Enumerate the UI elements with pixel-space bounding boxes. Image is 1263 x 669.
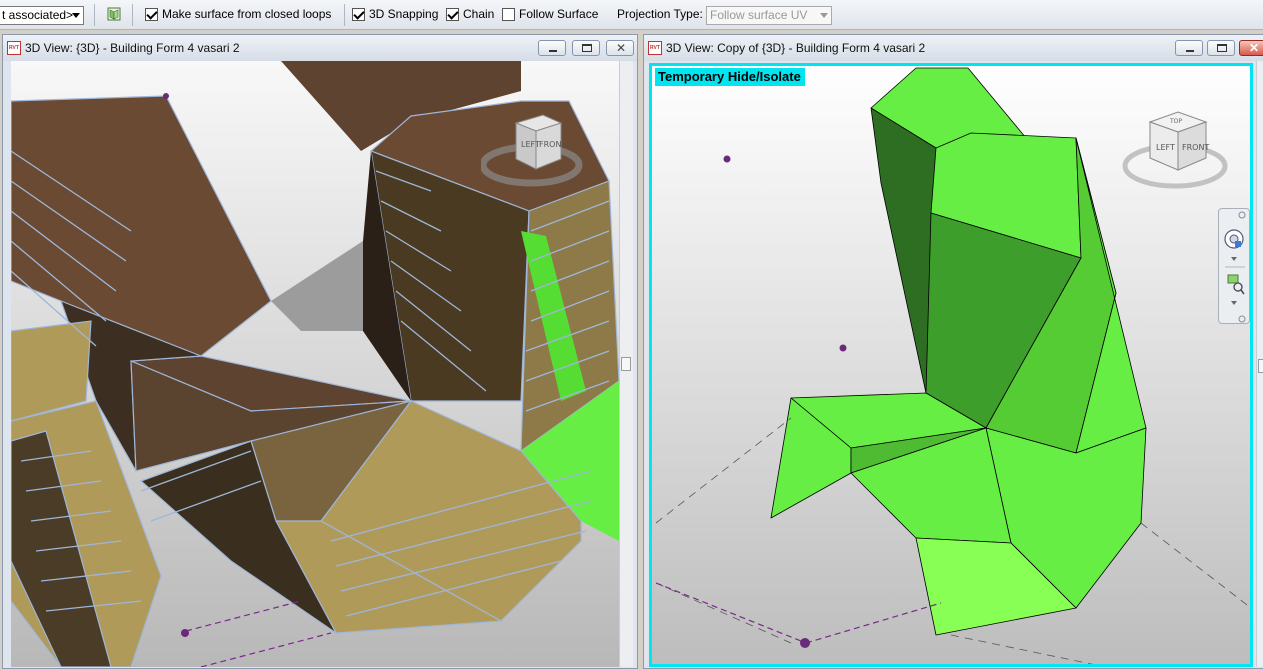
follow-surface-label: Follow Surface [519,7,599,21]
snapping-checkbox[interactable]: 3D Snapping [352,7,438,21]
close-button[interactable]: ✕ [1239,40,1263,56]
rvt-file-icon: RVT [7,41,21,55]
chevron-down-icon [820,13,828,18]
left-view-title: 3D View: {3D} - Building Form 4 vasari 2 [25,41,240,55]
separator [94,4,95,26]
chevron-down-icon[interactable] [1231,257,1237,261]
maximize-button[interactable] [1207,40,1235,56]
left-view-titlebar[interactable]: RVT 3D View: {3D} - Building Form 4 vasa… [3,35,637,61]
projection-type-label: Projection Type: [617,7,703,21]
chevron-down-icon[interactable] [1231,301,1237,305]
viewcube-front-face[interactable]: FRONT [539,140,566,149]
rvt-file-icon: RVT [648,41,662,55]
chevron-down-icon [72,13,80,18]
right-view-canvas[interactable]: Temporary Hide/Isolate TOP LEFT FRONT [649,63,1253,667]
scrollbar-thumb[interactable] [1258,359,1263,373]
left-3d-view-window[interactable]: RVT 3D View: {3D} - Building Form 4 vasa… [2,34,638,669]
viewcube-left-face[interactable]: LEFT [521,140,540,149]
steering-wheel-icon[interactable] [1224,229,1244,249]
projection-type-value: Follow surface UV [710,8,808,22]
left-viewcube[interactable]: LEFT FRONT [481,105,591,195]
work-plane-icon[interactable] [106,5,124,23]
projection-type-dropdown[interactable]: Follow surface UV [706,6,832,25]
right-view-titlebar[interactable]: RVT 3D View: Copy of {3D} - Building For… [644,35,1263,61]
maximize-icon [1217,44,1227,52]
checkbox-unchecked-icon[interactable] [502,7,515,21]
temporary-hide-isolate-label: Temporary Hide/Isolate [655,68,805,86]
left-view-canvas[interactable]: LEFT FRONT [11,61,619,667]
association-dropdown-value: t associated> [2,8,74,22]
right-viewcube[interactable]: TOP LEFT FRONT [1120,104,1230,196]
association-dropdown[interactable]: t associated> [0,6,84,25]
separator [132,4,133,26]
options-bar: t associated> Make surface from closed l… [0,0,1263,30]
viewcube-top-face[interactable]: TOP [1169,118,1182,125]
close-icon: ✕ [616,41,627,55]
right-view-title: 3D View: Copy of {3D} - Building Form 4 … [666,41,926,55]
right-vertical-scrollbar[interactable] [1256,61,1263,667]
maximize-button[interactable] [572,40,600,56]
viewcube-front-face[interactable]: FRONT [1182,143,1209,152]
snapping-label: 3D Snapping [369,7,439,21]
follow-surface-checkbox[interactable]: Follow Surface [502,7,598,21]
checkbox-checked-icon[interactable] [352,7,365,21]
navigation-bar[interactable] [1218,208,1250,324]
viewcube-left-face[interactable]: LEFT [1156,143,1175,152]
minimize-button[interactable] [538,40,566,56]
close-icon: ✕ [1249,41,1260,55]
maximize-icon [582,44,592,52]
separator [344,4,345,26]
close-button[interactable]: ✕ [606,40,634,56]
zoom-icon[interactable] [1227,274,1245,295]
left-vertical-scrollbar[interactable] [619,61,633,667]
chain-label: Chain [463,7,495,21]
right-3d-view-window[interactable]: RVT 3D View: Copy of {3D} - Building For… [643,34,1263,669]
chain-checkbox[interactable]: Chain [446,7,494,21]
make-surface-label: Make surface from closed loops [162,7,332,21]
minimize-icon [549,50,557,52]
checkbox-checked-icon[interactable] [446,7,459,21]
minimize-button[interactable] [1175,40,1203,56]
scrollbar-thumb[interactable] [621,357,631,371]
minimize-icon [1186,50,1194,52]
customize-navbar-icon[interactable] [1238,315,1246,323]
close-navbar-icon[interactable] [1238,211,1246,219]
make-surface-checkbox[interactable]: Make surface from closed loops [145,7,331,21]
checkbox-checked-icon[interactable] [145,7,158,21]
